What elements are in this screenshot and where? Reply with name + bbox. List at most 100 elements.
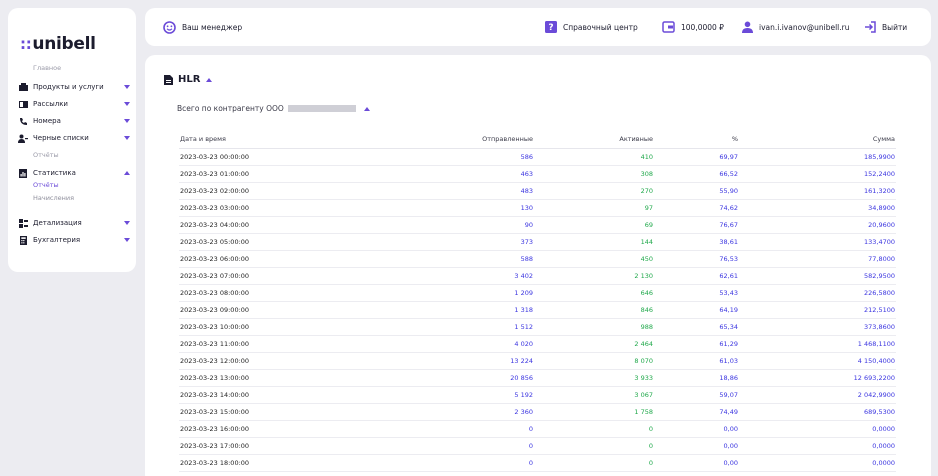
column-header-sent[interactable]: Отправленные — [379, 131, 534, 149]
profile-button[interactable]: ivan.i.ivanov@unibell.ru — [742, 8, 849, 46]
cell-active[interactable]: 69 — [534, 216, 654, 234]
cell-sent[interactable]: 5 192 — [379, 386, 534, 404]
cell-active[interactable]: 3 067 — [534, 386, 654, 404]
cell-active[interactable]: 0 — [534, 437, 654, 455]
cell-sent[interactable]: 586 — [379, 148, 534, 166]
cell-sum[interactable]: 4 150,4000 — [739, 352, 896, 370]
cell-percent[interactable]: 64,19 — [654, 301, 739, 319]
cell-sent[interactable]: 373 — [379, 233, 534, 251]
sidebar-item-detailing[interactable]: Детализация — [18, 216, 130, 230]
cell-sum[interactable]: 0,0000 — [739, 454, 896, 472]
cell-sent[interactable]: 1 318 — [379, 301, 534, 319]
sidebar-subitem-reports[interactable]: Отчёты — [33, 181, 59, 189]
cell-sent[interactable]: 588 — [379, 250, 534, 268]
column-header-active[interactable]: Активные — [534, 131, 654, 149]
cell-sum[interactable]: 582,9500 — [739, 267, 896, 285]
cell-percent[interactable]: 0,00 — [654, 437, 739, 455]
hlr-section-toggle[interactable]: HLR — [164, 74, 217, 85]
cell-sum[interactable]: 0,0000 — [739, 437, 896, 455]
contractor-toggle[interactable]: Всего по контрагенту ООО — [177, 104, 370, 113]
cell-active[interactable]: 144 — [534, 233, 654, 251]
logo[interactable]: ::unibell — [20, 34, 96, 54]
cell-sent[interactable]: 20 856 — [379, 369, 534, 387]
cell-sent[interactable]: 1 512 — [379, 318, 534, 336]
cell-sum[interactable]: 133,4700 — [739, 233, 896, 251]
sidebar-item-numbers[interactable]: Номера — [18, 114, 130, 128]
logout-button[interactable]: Выйти — [864, 8, 907, 46]
cell-sum[interactable]: 77,8000 — [739, 250, 896, 268]
cell-active[interactable]: 0 — [534, 454, 654, 472]
cell-active[interactable]: 450 — [534, 250, 654, 268]
cell-sum[interactable]: 185,9900 — [739, 148, 896, 166]
cell-sent[interactable]: 0 — [379, 420, 534, 438]
sidebar-subitem-charges[interactable]: Начисления — [33, 194, 74, 202]
cell-sum[interactable]: 12 693,2200 — [739, 369, 896, 387]
cell-percent[interactable]: 55,90 — [654, 182, 739, 200]
cell-active[interactable]: 3 933 — [534, 369, 654, 387]
cell-percent[interactable]: 65,34 — [654, 318, 739, 336]
cell-active[interactable]: 308 — [534, 165, 654, 183]
column-header-percent[interactable]: % — [654, 131, 739, 149]
cell-sum[interactable]: 20,9600 — [739, 216, 896, 234]
cell-percent[interactable]: 61,29 — [654, 335, 739, 353]
cell-sent[interactable]: 483 — [379, 182, 534, 200]
cell-percent[interactable]: 59,07 — [654, 386, 739, 404]
cell-sum[interactable]: 226,5800 — [739, 284, 896, 302]
cell-percent[interactable]: 61,03 — [654, 352, 739, 370]
sidebar-item-mailings[interactable]: Рассылки — [18, 97, 130, 111]
sidebar-item-accounting[interactable]: Бухгалтерия — [18, 233, 130, 247]
cell-percent[interactable]: 74,62 — [654, 199, 739, 217]
cell-sent[interactable]: 90 — [379, 216, 534, 234]
cell-sum[interactable]: 689,5300 — [739, 403, 896, 421]
cell-sum[interactable]: 373,8600 — [739, 318, 896, 336]
cell-active[interactable]: 2 464 — [534, 335, 654, 353]
cell-sent[interactable]: 0 — [379, 454, 534, 472]
cell-percent[interactable]: 66,52 — [654, 165, 739, 183]
cell-sent[interactable]: 1 209 — [379, 284, 534, 302]
cell-percent[interactable]: 62,61 — [654, 267, 739, 285]
sidebar-item-blacklists[interactable]: Черные списки — [18, 131, 130, 145]
cell-active[interactable]: 846 — [534, 301, 654, 319]
cell-percent[interactable]: 18,86 — [654, 369, 739, 387]
cell-sent[interactable]: 4 020 — [379, 335, 534, 353]
cell-percent[interactable]: 0,00 — [654, 454, 739, 472]
cell-percent[interactable]: 76,67 — [654, 216, 739, 234]
balance-button[interactable]: 100,0000 ₽ — [662, 8, 724, 46]
cell-sent[interactable]: 13 224 — [379, 352, 534, 370]
cell-sum[interactable]: 161,3200 — [739, 182, 896, 200]
cell-sum[interactable]: 34,8900 — [739, 199, 896, 217]
cell-sum[interactable]: 0,0000 — [739, 420, 896, 438]
manager-button[interactable]: Ваш менеджер — [163, 8, 242, 46]
column-header-sum[interactable]: Сумма — [739, 131, 896, 149]
cell-active[interactable]: 1 758 — [534, 403, 654, 421]
cell-sent[interactable]: 0 — [379, 437, 534, 455]
sidebar-item-statistics[interactable]: Статистика — [18, 166, 130, 180]
cell-active[interactable]: 410 — [534, 148, 654, 166]
cell-sent[interactable]: 2 360 — [379, 403, 534, 421]
cell-active[interactable]: 97 — [534, 199, 654, 217]
cell-active[interactable]: 646 — [534, 284, 654, 302]
cell-sent[interactable]: 3 402 — [379, 267, 534, 285]
column-header-datetime[interactable]: Дата и время — [179, 131, 379, 149]
cell-percent[interactable]: 74,49 — [654, 403, 739, 421]
cell-sent[interactable]: 463 — [379, 165, 534, 183]
cell-percent[interactable]: 0,00 — [654, 420, 739, 438]
cell-sum[interactable]: 2 042,9900 — [739, 386, 896, 404]
cell-percent[interactable]: 76,53 — [654, 250, 739, 268]
cell-sent[interactable]: 130 — [379, 199, 534, 217]
help-center-link[interactable]: ? Справочный центр — [545, 8, 638, 46]
cell-percent[interactable]: 38,61 — [654, 233, 739, 251]
cell-percent[interactable]: 53,43 — [654, 284, 739, 302]
cell-percent[interactable]: 69,97 — [654, 148, 739, 166]
cell-sum[interactable]: 212,5100 — [739, 301, 896, 319]
cell-active[interactable]: 0 — [534, 420, 654, 438]
chevron-up-icon — [124, 170, 130, 176]
cell-active[interactable]: 988 — [534, 318, 654, 336]
cell-sum[interactable]: 1 468,1100 — [739, 335, 896, 353]
cell-active[interactable]: 270 — [534, 182, 654, 200]
cell-active[interactable]: 8 070 — [534, 352, 654, 370]
table-row: 2023-03-23 14:00:00 5 192 3 067 59,07 2 042,… — [179, 386, 896, 404]
sidebar-item-products[interactable]: Продукты и услуги — [18, 80, 130, 94]
cell-active[interactable]: 2 130 — [534, 267, 654, 285]
cell-sum[interactable]: 152,2400 — [739, 165, 896, 183]
